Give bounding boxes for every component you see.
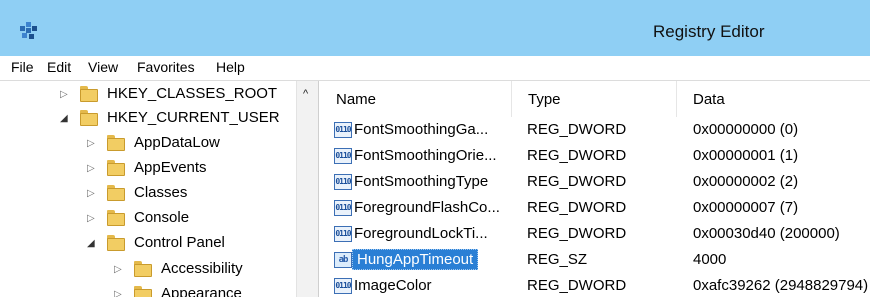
menu-edit[interactable]: Edit: [47, 59, 71, 75]
collapsed-arrow-icon[interactable]: ▷: [87, 188, 95, 199]
scroll-up-arrow-icon[interactable]: ^: [303, 88, 308, 100]
value-name: HungAppTimeout: [352, 249, 479, 270]
tree-item-label: Accessibility: [161, 260, 243, 277]
value-type: REG_DWORD: [527, 147, 627, 164]
value-type: REG_DWORD: [527, 199, 627, 216]
value-type: REG_DWORD: [527, 225, 627, 242]
collapsed-arrow-icon[interactable]: ▷: [87, 138, 95, 149]
value-type: REG_DWORD: [527, 121, 627, 138]
collapsed-arrow-icon[interactable]: ▷: [87, 163, 95, 174]
tree-item-label: Appearance: [161, 285, 242, 297]
tree-scrollbar[interactable]: ^: [296, 81, 318, 297]
dword-value-icon: 0110: [334, 200, 352, 216]
value-name: ImageColor: [354, 277, 432, 294]
title-bar: Registry Editor: [0, 0, 870, 56]
menu-view[interactable]: View: [88, 59, 118, 75]
column-header-label: Type: [528, 91, 561, 108]
expanded-arrow-icon[interactable]: ◢: [87, 238, 95, 249]
tree-item-label: AppEvents: [134, 159, 207, 176]
tree-item-label: Console: [134, 209, 190, 226]
folder-icon: [107, 235, 125, 251]
menu-favorites[interactable]: Favorites: [137, 59, 195, 75]
value-type: REG_DWORD: [527, 277, 627, 294]
tree-item-label: AppDataLow: [134, 134, 220, 151]
value-data: 0x00000007 (7): [693, 199, 799, 216]
menu-file[interactable]: File: [11, 59, 34, 75]
value-data: 0x00000002 (2): [693, 173, 799, 190]
selected-value-name[interactable]: HungAppTimeout: [352, 249, 479, 270]
folder-icon: [107, 185, 125, 201]
column-header-name[interactable]: Name: [320, 81, 512, 117]
collapsed-arrow-icon[interactable]: ▷: [60, 89, 68, 100]
tree-item-label: HKEY_CLASSES_ROOT: [107, 85, 278, 102]
folder-icon: [107, 160, 125, 176]
dword-value-icon: 0110: [334, 122, 352, 138]
value-row-selected[interactable]: ab HungAppTimeout REG_SZ 4000: [320, 248, 870, 274]
menu-help[interactable]: Help: [216, 59, 245, 75]
collapsed-arrow-icon[interactable]: ▷: [114, 264, 122, 275]
value-row[interactable]: 0110 ImageColor REG_DWORD 0xafc39262 (29…: [320, 274, 870, 297]
value-name: ForegroundLockTi...: [354, 225, 488, 242]
tree-item-label: HKEY_CURRENT_USER: [107, 109, 280, 126]
folder-icon: [107, 210, 125, 226]
window-title: Registry Editor: [653, 22, 765, 41]
folder-icon: [107, 135, 125, 151]
values-list[interactable]: Name Type Data 0110 FontSmoothingGa... R…: [320, 81, 870, 297]
value-type: REG_SZ: [527, 251, 588, 268]
collapsed-arrow-icon[interactable]: ▷: [114, 289, 122, 297]
folder-icon: [134, 261, 152, 277]
registry-editor-icon[interactable]: [18, 20, 40, 40]
folder-icon: [134, 286, 152, 297]
value-name: FontSmoothingOrie...: [354, 147, 497, 164]
value-data: 0xafc39262 (2948829794): [693, 277, 869, 294]
value-name: FontSmoothingType: [354, 173, 489, 190]
value-name: ForegroundFlashCo...: [354, 199, 500, 216]
value-data: 0x00000000 (0): [693, 121, 799, 138]
value-data: 4000: [693, 251, 727, 268]
expanded-arrow-icon[interactable]: ◢: [60, 113, 68, 124]
value-row[interactable]: 0110 FontSmoothingType REG_DWORD 0x00000…: [320, 170, 870, 196]
dword-value-icon: 0110: [334, 148, 352, 164]
value-data: 0x00030d40 (200000): [693, 225, 840, 242]
collapsed-arrow-icon[interactable]: ▷: [87, 213, 95, 224]
dword-value-icon: 0110: [334, 278, 352, 294]
tree-item-label: Classes: [134, 184, 188, 201]
dword-value-icon: 0110: [334, 226, 352, 242]
menu-bar: File Edit View Favorites Help: [0, 56, 870, 81]
folder-icon: [80, 110, 98, 126]
value-row[interactable]: 0110 FontSmoothingGa... REG_DWORD 0x0000…: [320, 118, 870, 144]
dword-value-icon: 0110: [334, 174, 352, 190]
string-value-icon: ab: [334, 252, 352, 268]
value-name: FontSmoothingGa...: [354, 121, 489, 138]
tree-item-label: Control Panel: [134, 234, 225, 251]
value-row[interactable]: 0110 ForegroundLockTi... REG_DWORD 0x000…: [320, 222, 870, 248]
value-type: REG_DWORD: [527, 173, 627, 190]
folder-icon: [80, 86, 98, 102]
registry-tree[interactable]: ▷ HKEY_CLASSES_ROOT ◢ HKEY_CURRENT_USER …: [0, 81, 319, 297]
column-header-label: Data: [693, 91, 725, 108]
column-header-type[interactable]: Type: [512, 81, 677, 117]
value-row[interactable]: 0110 ForegroundFlashCo... REG_DWORD 0x00…: [320, 196, 870, 222]
column-header-data[interactable]: Data: [677, 81, 870, 117]
value-row[interactable]: 0110 FontSmoothingOrie... REG_DWORD 0x00…: [320, 144, 870, 170]
column-header-label: Name: [336, 91, 377, 108]
value-data: 0x00000001 (1): [693, 147, 799, 164]
